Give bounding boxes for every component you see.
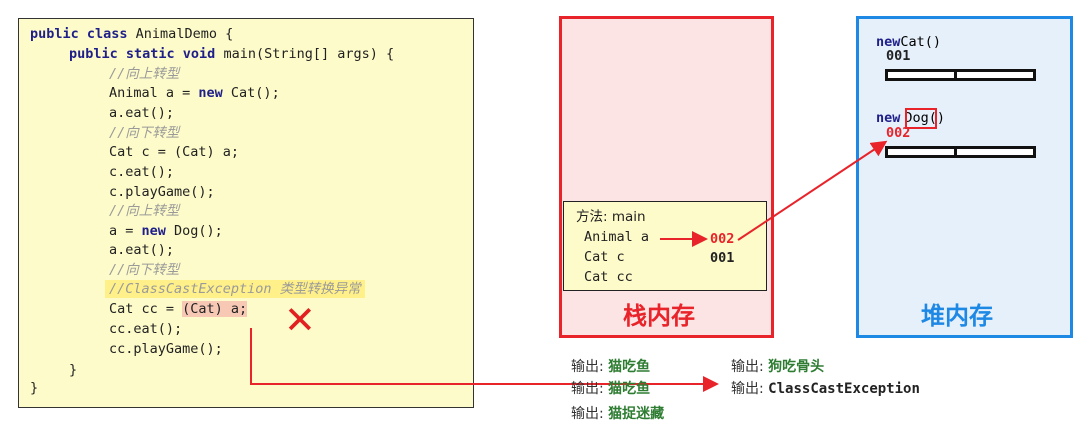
arrows-layer — [250, 140, 888, 392]
output-label: 输出: — [731, 381, 764, 397]
output-line-2: 输出: 猫吃鱼 — [571, 378, 650, 398]
output-line-4: 输出: 狗吃骨头 — [731, 356, 824, 376]
output-line-3: 输出: 猫捉迷藏 — [571, 403, 664, 423]
output-value: 猫吃鱼 — [608, 381, 651, 397]
output-value: 猫吃鱼 — [608, 359, 651, 375]
output-label: 输出: — [571, 406, 604, 422]
output-label: 输出: — [571, 359, 604, 375]
output-exception: ClassCastException — [768, 381, 920, 397]
output-value: 猫捉迷藏 — [608, 406, 665, 422]
output-line-1: 输出: 猫吃鱼 — [571, 356, 650, 376]
reference-arrow — [737, 140, 888, 241]
output-line-5: 输出: ClassCastException — [731, 378, 920, 398]
output-label: 输出: — [731, 359, 764, 375]
output-label: 输出: — [571, 381, 604, 397]
output-value: 狗吃骨头 — [768, 359, 825, 375]
